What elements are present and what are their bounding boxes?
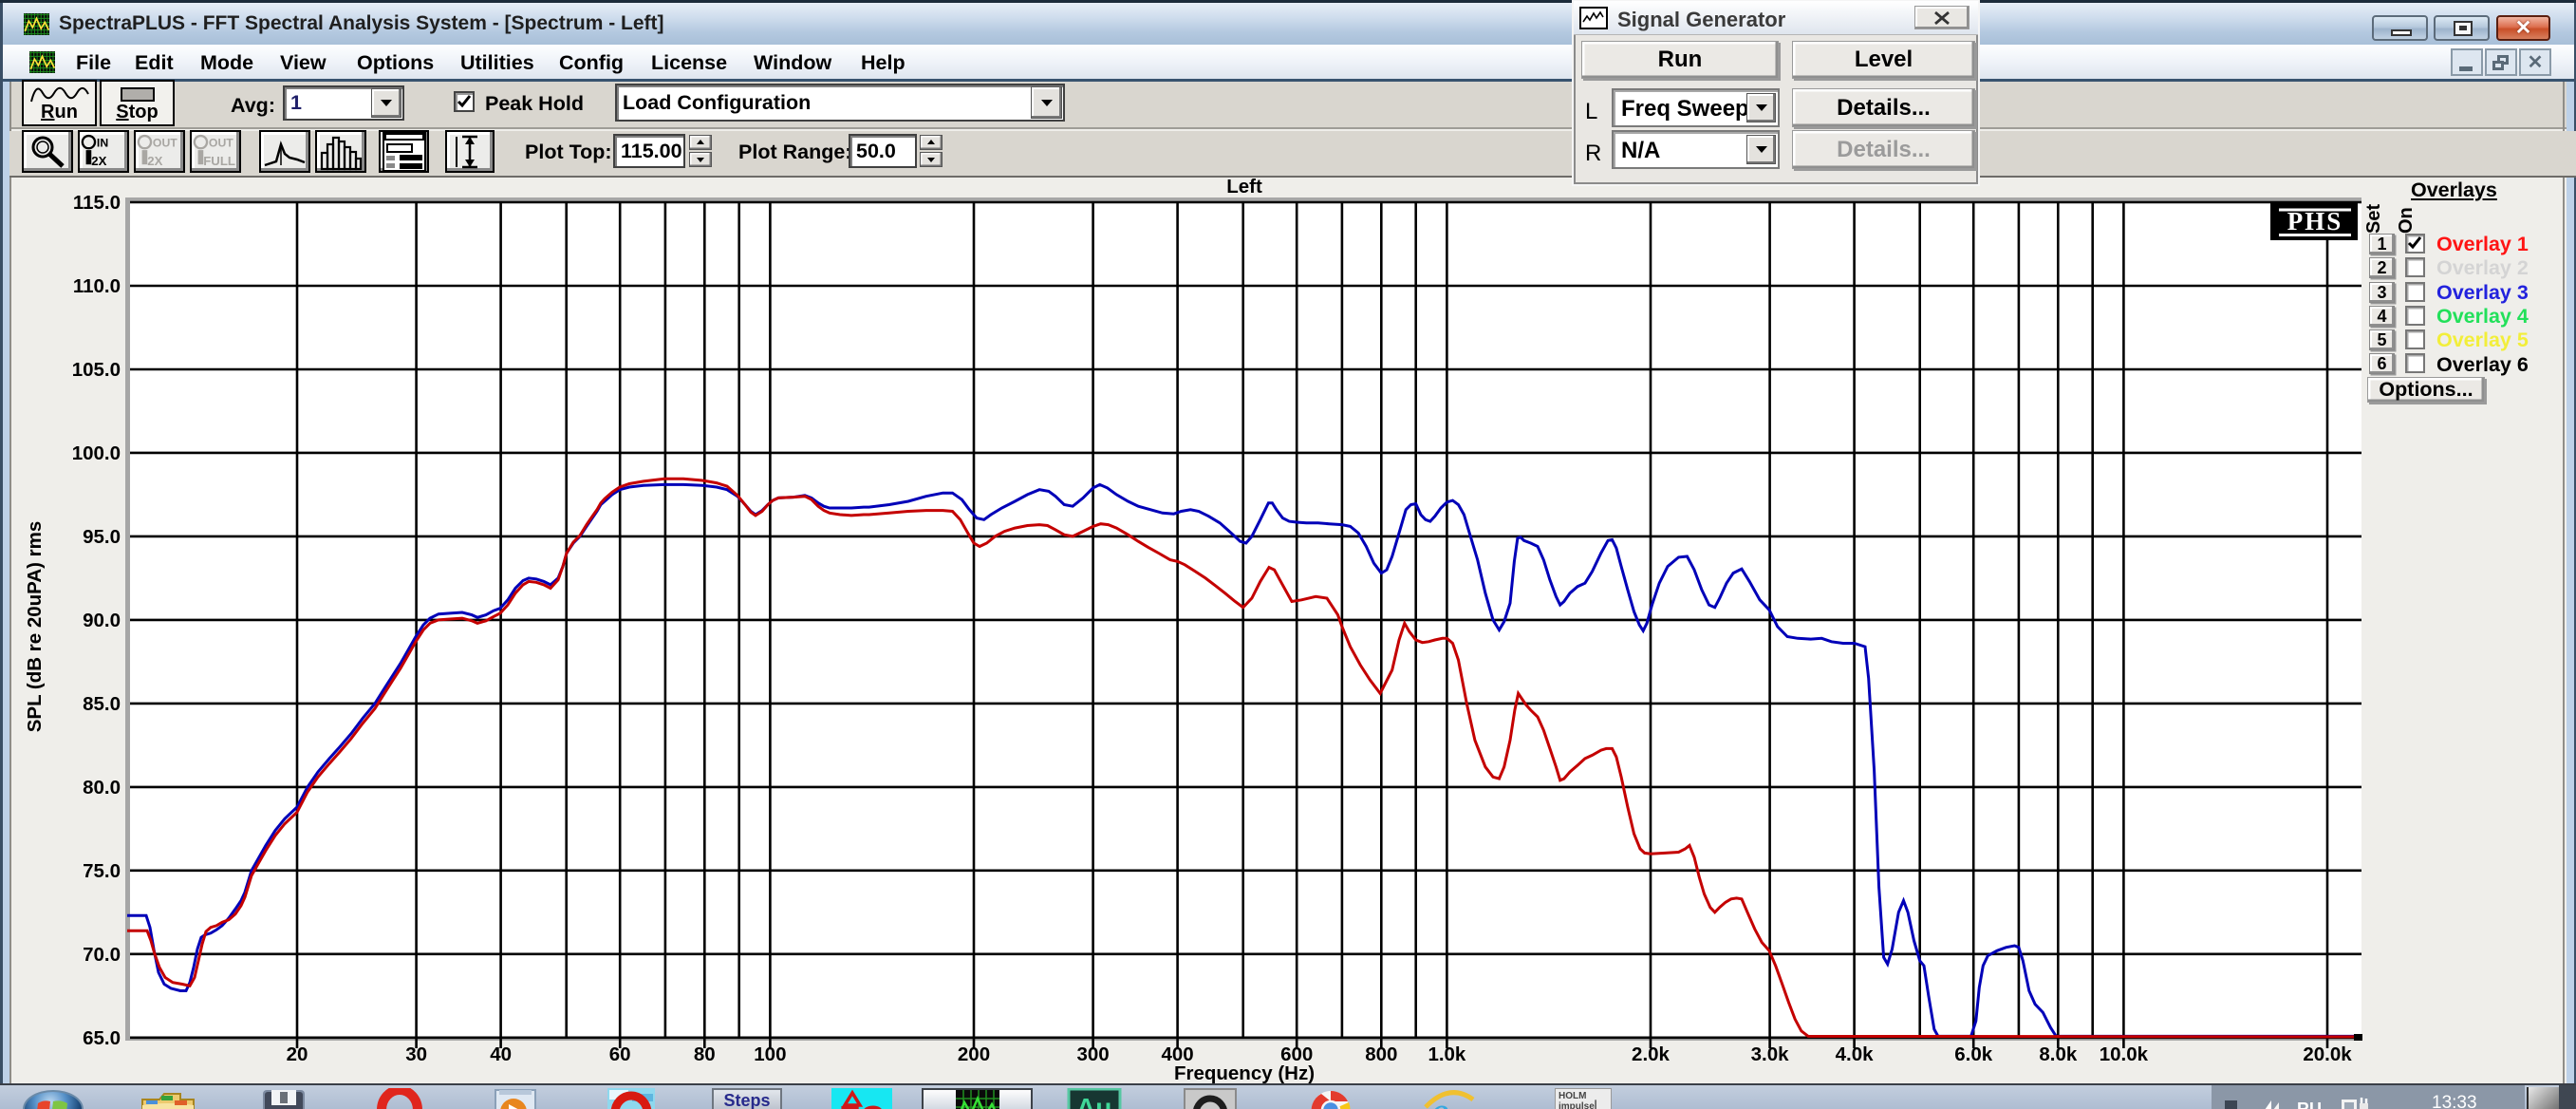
svg-text:200: 200 [958, 1043, 990, 1065]
svg-text:800: 800 [1365, 1043, 1397, 1065]
svg-text:IN: IN [97, 136, 108, 149]
svg-text:OUT: OUT [153, 136, 177, 149]
svg-text:75.0: 75.0 [83, 860, 121, 882]
svg-text:30: 30 [405, 1043, 427, 1065]
svg-text:OUT: OUT [209, 136, 233, 149]
svg-text:80: 80 [694, 1043, 716, 1065]
svg-text:90.0: 90.0 [83, 610, 121, 631]
svg-text:40: 40 [490, 1043, 512, 1065]
svg-text:FULL: FULL [203, 154, 235, 168]
svg-text:65.0: 65.0 [83, 1027, 121, 1049]
svg-text:Au: Au [1076, 1093, 1111, 1109]
svg-text:70.0: 70.0 [83, 944, 121, 966]
svg-text:PHS: PHS [2287, 207, 2343, 235]
svg-text:Frequency (Hz): Frequency (Hz) [1174, 1062, 1315, 1084]
svg-text:85.0: 85.0 [83, 693, 121, 715]
svg-text:Left: Left [1226, 176, 1262, 197]
svg-text:2X: 2X [147, 154, 162, 168]
svg-text:20.0k: 20.0k [2303, 1043, 2352, 1065]
svg-text:100: 100 [754, 1043, 786, 1065]
svg-text:SPL (dB re 20uPA) rms: SPL (dB re 20uPA) rms [24, 521, 46, 733]
svg-text:60: 60 [609, 1043, 631, 1065]
svg-text:20: 20 [287, 1043, 308, 1065]
svg-text:105.0: 105.0 [72, 359, 121, 381]
svg-text:95.0: 95.0 [83, 526, 121, 548]
svg-text:2X: 2X [91, 154, 106, 168]
svg-text:4.0k: 4.0k [1836, 1043, 1874, 1065]
svg-text:8.0k: 8.0k [2039, 1043, 2077, 1065]
svg-text:1.0k: 1.0k [1428, 1043, 1465, 1065]
svg-text:3.0k: 3.0k [1751, 1043, 1789, 1065]
svg-text:100.0: 100.0 [72, 442, 121, 464]
svg-text:115.0: 115.0 [73, 192, 121, 214]
svg-text:6.0k: 6.0k [1954, 1043, 1992, 1065]
svg-text:2.0k: 2.0k [1632, 1043, 1670, 1065]
svg-text:10.0k: 10.0k [2100, 1043, 2149, 1065]
svg-text:80.0: 80.0 [83, 777, 121, 799]
svg-text:300: 300 [1076, 1043, 1109, 1065]
svg-text:FC: FC [839, 1099, 885, 1109]
svg-text:110.0: 110.0 [73, 275, 121, 297]
